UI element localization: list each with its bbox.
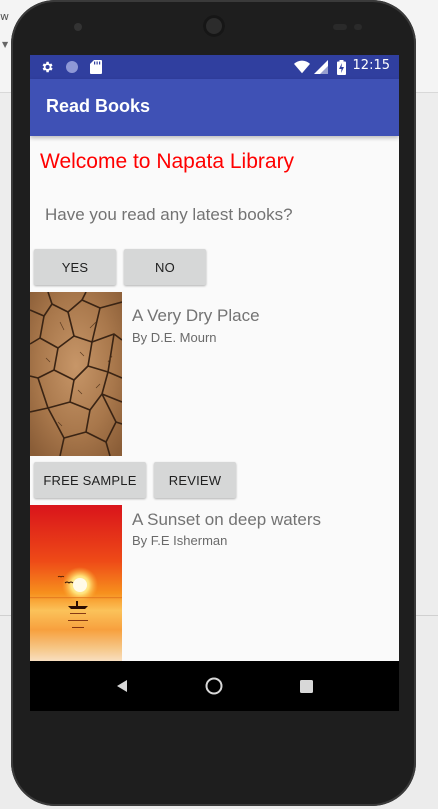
recents-icon[interactable] xyxy=(281,661,331,711)
status-time: 12:15 xyxy=(352,58,390,73)
wifi-icon xyxy=(294,59,310,75)
proximity-sensor xyxy=(333,24,347,30)
app-title: Read Books xyxy=(46,96,151,116)
book-author: By D.E. Mourn xyxy=(132,330,217,345)
settings-icon xyxy=(39,59,55,75)
free-sample-button[interactable]: FREE SAMPLE xyxy=(34,462,146,498)
home-icon[interactable] xyxy=(189,661,239,711)
battery-charging-icon xyxy=(333,59,349,75)
status-bar: 12:15 xyxy=(30,55,399,79)
yes-button[interactable]: YES xyxy=(34,249,116,285)
host-fragment-text: w xyxy=(0,10,9,23)
review-button[interactable]: REVIEW xyxy=(154,462,236,498)
welcome-heading: Welcome to Napata Library xyxy=(40,150,295,173)
host-dropdown-icon: ▼ xyxy=(2,40,9,49)
book-cover-cracked-earth xyxy=(30,292,122,456)
sd-card-icon xyxy=(88,59,104,75)
circle-notification-icon xyxy=(64,59,80,75)
front-camera-icon xyxy=(74,23,82,31)
signal-icon xyxy=(313,59,329,75)
light-sensor xyxy=(354,24,362,30)
book-author: By F.E Isherman xyxy=(132,533,228,548)
question-text: Have you read any latest books? xyxy=(45,205,293,224)
navigation-bar xyxy=(30,661,399,711)
book-title: A Very Dry Place xyxy=(132,306,260,325)
book-cover-sunset xyxy=(30,505,122,665)
book-title: A Sunset on deep waters xyxy=(132,510,322,529)
back-icon[interactable] xyxy=(97,661,147,711)
app-bar: Read Books xyxy=(30,79,399,136)
no-button[interactable]: NO xyxy=(124,249,206,285)
phone-screen: 12:15 Read Books Welcome to Napata Libra… xyxy=(30,55,399,711)
earpiece-speaker xyxy=(203,15,225,37)
